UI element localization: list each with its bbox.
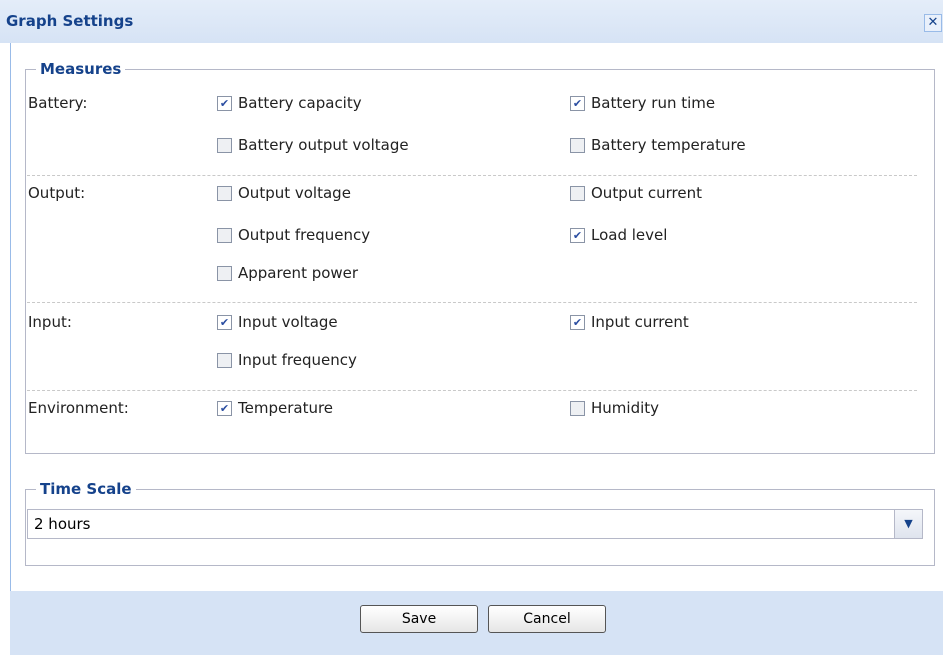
checkbox-box[interactable]: ✔ bbox=[570, 314, 585, 330]
dialog-footer: Save Cancel bbox=[10, 591, 943, 655]
checkbox-label: Load level bbox=[591, 226, 668, 244]
close-icon[interactable]: ✕ bbox=[924, 14, 942, 32]
checkbox-label: Output voltage bbox=[238, 184, 351, 202]
checkbox-apparent-power[interactable]: Apparent power bbox=[217, 264, 358, 282]
checkbox-box[interactable] bbox=[217, 185, 232, 201]
checkbox-box[interactable]: ✔ bbox=[570, 227, 585, 243]
checkbox-input-frequency[interactable]: Input frequency bbox=[217, 351, 357, 369]
checkbox-battery-output-voltage[interactable]: Battery output voltage bbox=[217, 136, 409, 154]
checkbox-label: Input frequency bbox=[238, 351, 357, 369]
checkbox-label: Battery run time bbox=[591, 94, 716, 112]
checkbox-load-level[interactable]: ✔ Load level bbox=[570, 226, 667, 244]
chevron-down-icon[interactable]: ▼ bbox=[894, 510, 922, 538]
checkbox-battery-capacity[interactable]: ✔ Battery capacity bbox=[217, 94, 362, 112]
checkbox-battery-temperature[interactable]: Battery temperature bbox=[570, 136, 746, 154]
checkbox-input-voltage[interactable]: ✔ Input voltage bbox=[217, 313, 338, 331]
measures-legend: Measures bbox=[40, 60, 122, 78]
save-button[interactable]: Save bbox=[360, 605, 478, 633]
checkbox-label: Temperature bbox=[238, 399, 334, 417]
dialog-body: Measures Battery: ✔ Battery capacity ✔ B… bbox=[10, 43, 935, 591]
checkbox-box[interactable] bbox=[570, 185, 585, 201]
checkbox-output-current[interactable]: Output current bbox=[570, 184, 702, 202]
checkbox-label: Battery temperature bbox=[591, 136, 746, 154]
group-label-output: Output: bbox=[28, 184, 86, 202]
checkbox-label: Battery capacity bbox=[238, 94, 362, 112]
graph-settings-dialog: Graph Settings ✕ Measures Battery: ✔ Bat… bbox=[0, 0, 943, 655]
checkbox-box[interactable] bbox=[217, 227, 232, 243]
checkbox-label: Humidity bbox=[591, 399, 660, 417]
checkbox-box[interactable] bbox=[570, 137, 585, 153]
checkbox-label: Input voltage bbox=[238, 313, 338, 331]
group-divider bbox=[27, 175, 917, 176]
group-divider bbox=[27, 302, 917, 303]
checkbox-label: Input current bbox=[591, 313, 689, 331]
time-scale-select[interactable]: 2 hours ▼ bbox=[27, 509, 923, 539]
dialog-titlebar[interactable]: Graph Settings ✕ bbox=[0, 0, 943, 43]
time-scale-value: 2 hours bbox=[34, 515, 91, 533]
checkbox-humidity[interactable]: Humidity bbox=[570, 399, 659, 417]
checkbox-label: Apparent power bbox=[238, 264, 359, 282]
checkbox-box[interactable]: ✔ bbox=[217, 314, 232, 330]
checkbox-label: Battery output voltage bbox=[238, 136, 409, 154]
group-label-battery: Battery: bbox=[28, 94, 88, 112]
checkbox-output-voltage[interactable]: Output voltage bbox=[217, 184, 351, 202]
group-label-input: Input: bbox=[28, 313, 72, 331]
cancel-button[interactable]: Cancel bbox=[488, 605, 606, 633]
checkbox-box[interactable] bbox=[217, 137, 232, 153]
checkbox-temperature[interactable]: ✔ Temperature bbox=[217, 399, 333, 417]
group-label-environment: Environment: bbox=[28, 399, 129, 417]
checkbox-box[interactable]: ✔ bbox=[570, 95, 585, 111]
checkbox-box[interactable]: ✔ bbox=[217, 95, 232, 111]
dialog-title: Graph Settings bbox=[6, 12, 134, 30]
time-scale-legend: Time Scale bbox=[40, 480, 132, 498]
checkbox-label: Output frequency bbox=[238, 226, 371, 244]
checkbox-box[interactable]: ✔ bbox=[217, 400, 232, 416]
checkbox-output-frequency[interactable]: Output frequency bbox=[217, 226, 370, 244]
measures-fieldset: Measures bbox=[25, 60, 935, 454]
checkbox-box[interactable] bbox=[217, 352, 232, 368]
checkbox-box[interactable] bbox=[570, 400, 585, 416]
checkbox-box[interactable] bbox=[217, 265, 232, 281]
checkbox-input-current[interactable]: ✔ Input current bbox=[570, 313, 689, 331]
checkbox-battery-run-time[interactable]: ✔ Battery run time bbox=[570, 94, 715, 112]
checkbox-label: Output current bbox=[591, 184, 702, 202]
group-divider bbox=[27, 390, 917, 391]
